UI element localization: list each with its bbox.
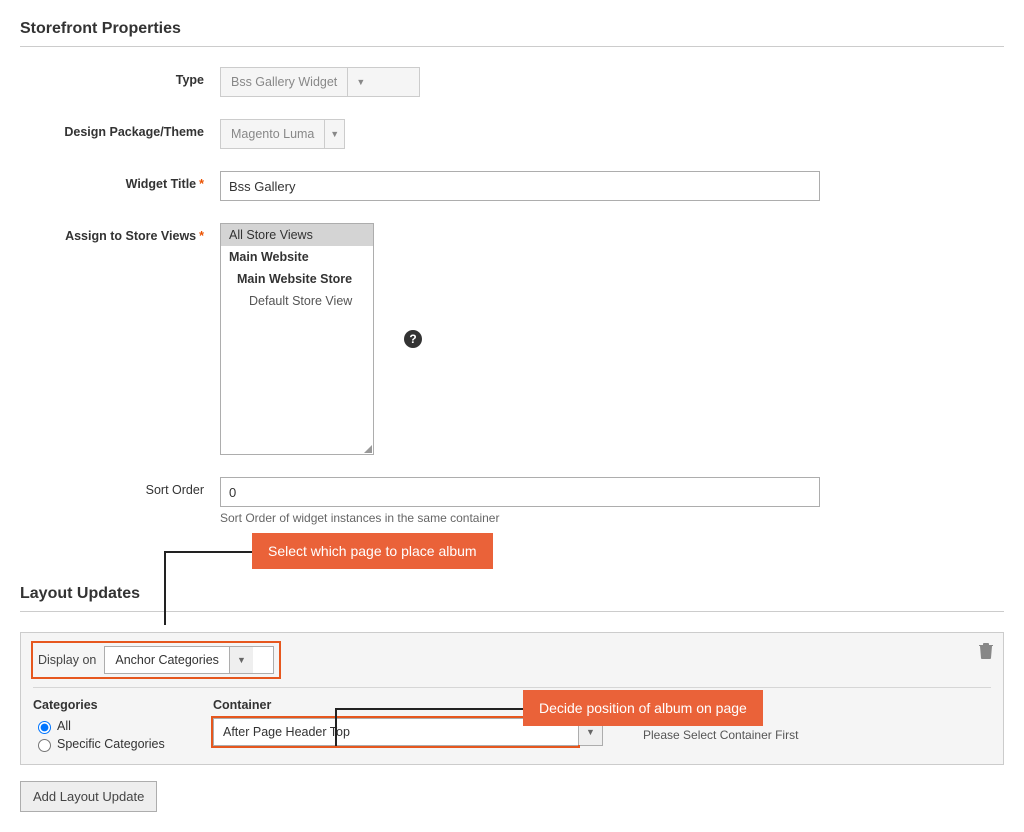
section-layout-title: Layout Updates [20,585,1004,612]
radio-all-label: All [57,719,71,733]
radio-specific[interactable]: Specific Categories [33,736,173,752]
label-sort-order: Sort Order [20,477,220,497]
trash-icon[interactable] [979,643,993,662]
row-sort-order: Sort Order Sort Order of widget instance… [20,477,1004,525]
callout-select-page: Select which page to place album [252,533,493,569]
radio-all[interactable]: All [33,718,173,734]
label-display-on: Display on [38,653,96,667]
chevron-down-icon: ▼ [324,120,344,148]
layout-header: Display on Anchor Categories ▼ [33,643,991,688]
store-view-option-default[interactable]: Default Store View [221,290,373,312]
resize-handle-icon [364,445,372,453]
chevron-down-icon: ▼ [229,647,253,673]
help-icon[interactable]: ? [404,330,422,348]
chevron-down-icon: ▼ [347,68,373,96]
label-theme: Design Package/Theme [20,119,220,139]
label-categories: Categories [33,698,173,712]
theme-select: Magento Luma ▼ [220,119,345,149]
section-storefront-title: Storefront Properties [20,20,1004,47]
categories-column: Categories All Specific Categories [33,698,173,754]
store-views-multiselect[interactable]: All Store Views Main Website Main Websit… [220,223,374,455]
sort-order-note: Sort Order of widget instances in the sa… [220,511,499,525]
row-widget-title: Widget Title* [20,171,1004,201]
layout-update-box: Display on Anchor Categories ▼ Decide po… [20,632,1004,765]
radio-all-input[interactable] [38,721,51,734]
row-store-views: Assign to Store Views* All Store Views M… [20,223,1004,455]
add-layout-update-button[interactable]: Add Layout Update [20,781,157,812]
layout-body: Categories All Specific Categories Conta… [33,688,991,754]
store-view-option-all[interactable]: All Store Views [221,224,373,246]
label-store-views: Assign to Store Views* [20,223,220,243]
type-select: Bss Gallery Widget ▼ [220,67,420,97]
callout-position: Decide position of album on page [523,690,763,726]
label-type: Type [20,67,220,87]
display-on-select[interactable]: Anchor Categories ▼ [104,646,274,674]
label-widget-title: Widget Title* [20,171,220,191]
row-theme: Design Package/Theme Magento Luma ▼ [20,119,1004,149]
row-type: Type Bss Gallery Widget ▼ [20,67,1004,97]
display-on-value: Anchor Categories [105,647,229,673]
radio-specific-input[interactable] [38,739,51,752]
store-view-option-main-website[interactable]: Main Website [221,246,373,268]
widget-title-input[interactable] [220,171,820,201]
theme-select-value: Magento Luma [221,127,324,141]
type-select-value: Bss Gallery Widget [221,75,347,89]
store-view-option-main-store[interactable]: Main Website Store [221,268,373,290]
radio-specific-label: Specific Categories [57,737,165,751]
sort-order-input[interactable] [220,477,820,507]
